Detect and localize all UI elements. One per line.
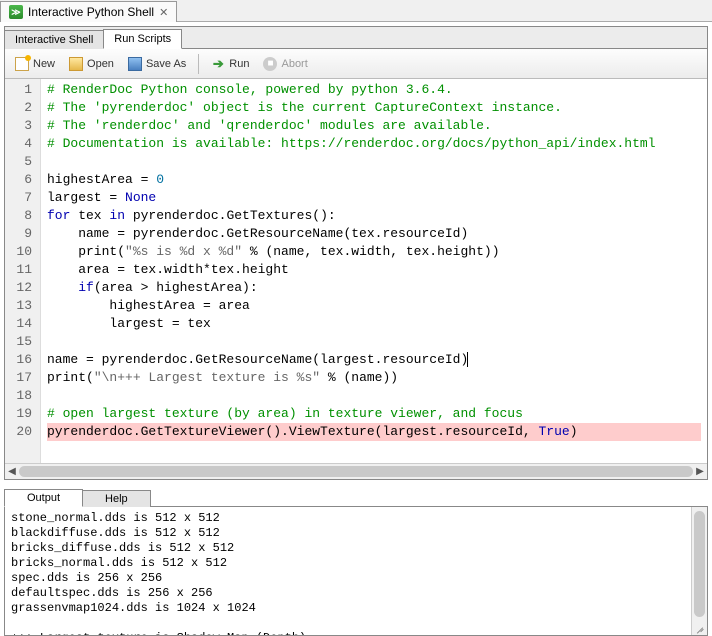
resize-grip-icon[interactable] <box>693 621 705 633</box>
app-icon: ≫ <box>9 5 23 19</box>
scroll-left-icon[interactable]: ◀ <box>5 466 19 477</box>
line-number: 18 <box>9 387 32 405</box>
abort-stop-icon: ■ <box>263 57 277 71</box>
script-panel: New Open Save As ➔ Run ■ Abort 123456789… <box>4 48 708 480</box>
line-number: 13 <box>9 297 32 315</box>
line-number: 14 <box>9 315 32 333</box>
code-editor[interactable]: 1234567891011121314151617181920 # Render… <box>5 79 707 463</box>
open-button[interactable]: Open <box>63 54 120 74</box>
output-line: bricks_normal.dds is 512 x 512 <box>11 556 685 571</box>
separator <box>198 54 199 74</box>
code-line[interactable]: largest = None <box>47 189 701 207</box>
line-number: 5 <box>9 153 32 171</box>
code-line[interactable] <box>47 333 701 351</box>
code-line[interactable] <box>47 387 701 405</box>
scroll-right-icon[interactable]: ▶ <box>693 466 707 477</box>
line-number: 10 <box>9 243 32 261</box>
horizontal-scrollbar[interactable]: ◀ ▶ <box>5 463 707 479</box>
line-number: 7 <box>9 189 32 207</box>
output-line: bricks_diffuse.dds is 512 x 512 <box>11 541 685 556</box>
output-line: spec.dds is 256 x 256 <box>11 571 685 586</box>
output-line: +++ Largest texture is Shadow Map (Depth… <box>11 631 685 635</box>
output-text[interactable]: stone_normal.dds is 512 x 512blackdiffus… <box>5 507 691 635</box>
line-number: 16 <box>9 351 32 369</box>
code-line[interactable]: highestArea = area <box>47 297 701 315</box>
save-as-label: Save As <box>146 58 186 70</box>
line-number: 4 <box>9 135 32 153</box>
code-line[interactable]: for tex in pyrenderdoc.GetTextures(): <box>47 207 701 225</box>
code-line[interactable]: if(area > highestArea): <box>47 279 701 297</box>
line-number: 19 <box>9 405 32 423</box>
output-line <box>11 616 685 631</box>
run-button[interactable]: ➔ Run <box>205 54 255 74</box>
run-arrow-icon: ➔ <box>211 57 225 71</box>
new-label: New <box>33 58 55 70</box>
line-number: 20 <box>9 423 32 441</box>
code-line[interactable]: largest = tex <box>47 315 701 333</box>
tab-run-scripts[interactable]: Run Scripts <box>103 29 182 49</box>
code-line[interactable]: print("%s is %d x %d" % (name, tex.width… <box>47 243 701 261</box>
line-number-gutter: 1234567891011121314151617181920 <box>5 79 41 463</box>
output-line: stone_normal.dds is 512 x 512 <box>11 511 685 526</box>
code-line[interactable]: highestArea = 0 <box>47 171 701 189</box>
output-line: blackdiffuse.dds is 512 x 512 <box>11 526 685 541</box>
output-tab-bar: Output Help <box>4 486 708 506</box>
line-number: 12 <box>9 279 32 297</box>
abort-button: ■ Abort <box>257 54 313 74</box>
code-line[interactable]: name = pyrenderdoc.GetResourceName(large… <box>47 351 701 369</box>
tab-output[interactable]: Output <box>4 489 83 507</box>
code-line[interactable]: # The 'renderdoc' and 'qrenderdoc' modul… <box>47 117 701 135</box>
tab-label: Run Scripts <box>114 33 171 45</box>
toolbar: New Open Save As ➔ Run ■ Abort <box>5 49 707 79</box>
tab-label: Output <box>27 492 60 504</box>
line-number: 9 <box>9 225 32 243</box>
line-number: 3 <box>9 117 32 135</box>
tab-label: Interactive Shell <box>15 34 93 46</box>
tab-label: Help <box>105 493 128 505</box>
code-line[interactable]: area = tex.width*tex.height <box>47 261 701 279</box>
open-label: Open <box>87 58 114 70</box>
code-line[interactable]: # RenderDoc Python console, powered by p… <box>47 81 701 99</box>
scroll-thumb[interactable] <box>694 511 705 617</box>
line-number: 17 <box>9 369 32 387</box>
tab-help[interactable]: Help <box>82 490 151 507</box>
code-line[interactable]: # Documentation is available: https://re… <box>47 135 701 153</box>
line-number: 15 <box>9 333 32 351</box>
open-folder-icon <box>69 57 83 71</box>
scroll-thumb[interactable] <box>19 466 693 477</box>
save-icon <box>128 57 142 71</box>
window-title: Interactive Python Shell <box>28 5 154 19</box>
line-number: 2 <box>9 99 32 117</box>
output-line: defaultspec.dds is 256 x 256 <box>11 586 685 601</box>
output-line: grassenvmap1024.dds is 1024 x 1024 <box>11 601 685 616</box>
line-number: 8 <box>9 207 32 225</box>
line-number: 11 <box>9 261 32 279</box>
code-area[interactable]: # RenderDoc Python console, powered by p… <box>41 79 707 463</box>
output-panel: stone_normal.dds is 512 x 512blackdiffus… <box>4 506 708 636</box>
code-line[interactable]: # The 'pyrenderdoc' object is the curren… <box>47 99 701 117</box>
line-number: 1 <box>9 81 32 99</box>
code-line[interactable]: pyrenderdoc.GetTextureViewer().ViewTextu… <box>47 423 701 441</box>
code-line[interactable] <box>47 153 701 171</box>
tab-interactive-shell[interactable]: Interactive Shell <box>4 30 104 49</box>
main-tab-bar: Interactive Shell Run Scripts <box>4 26 708 48</box>
run-label: Run <box>229 58 249 70</box>
code-line[interactable]: # open largest texture (by area) in text… <box>47 405 701 423</box>
save-as-button[interactable]: Save As <box>122 54 192 74</box>
window-title-tab[interactable]: ≫ Interactive Python Shell ✕ <box>0 1 177 22</box>
vertical-scrollbar[interactable] <box>691 507 707 635</box>
window-titlebar: ≫ Interactive Python Shell ✕ <box>0 0 712 22</box>
code-line[interactable]: print("\n+++ Largest texture is %s" % (n… <box>47 369 701 387</box>
new-button[interactable]: New <box>9 54 61 74</box>
code-line[interactable]: name = pyrenderdoc.GetResourceName(tex.r… <box>47 225 701 243</box>
close-icon[interactable]: ✕ <box>159 6 168 19</box>
abort-label: Abort <box>281 58 307 70</box>
new-file-icon <box>15 57 29 71</box>
line-number: 6 <box>9 171 32 189</box>
